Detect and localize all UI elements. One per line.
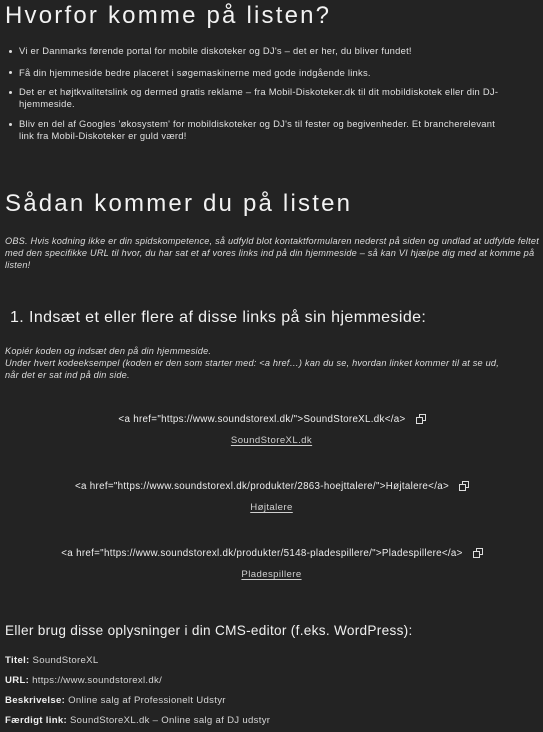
list-item: Vi er Danmarks førende portal for mobile… bbox=[8, 45, 538, 57]
cms-row-description: Beskrivelse: Online salg af Professionel… bbox=[5, 695, 226, 706]
row-value: Online salg af Professionelt Udstyr bbox=[68, 695, 226, 706]
copy-icon[interactable] bbox=[459, 481, 469, 491]
copy-icon[interactable] bbox=[472, 548, 483, 558]
copy-icon[interactable] bbox=[415, 414, 426, 424]
row-label: Titel: bbox=[5, 655, 30, 666]
cms-row-title: Titel: SoundStoreXL bbox=[5, 655, 99, 666]
row-label: URL: bbox=[5, 675, 30, 686]
row-value: SoundStoreXL bbox=[32, 655, 99, 666]
cms-title: Eller brug disse oplysninger i din CMS-e… bbox=[5, 623, 413, 638]
row-label: Færdigt link: bbox=[5, 715, 67, 726]
preview-link[interactable]: Højtalere bbox=[250, 502, 293, 513]
step1-instructions: Kopiér koden og indsæt den på din hjemme… bbox=[5, 345, 540, 382]
link-preview: Højtalere bbox=[0, 502, 543, 513]
code-text: <a href="https://www.soundstorexl.dk/pro… bbox=[74, 481, 449, 492]
code-text: <a href="https://www.soundstorexl.dk/">S… bbox=[118, 414, 406, 425]
benefits-list: Vi er Danmarks førende portal for mobile… bbox=[8, 45, 538, 141]
cms-row-url: URL: https://www.soundstorexl.dk/ bbox=[5, 675, 162, 686]
link-preview: Pladespillere bbox=[0, 569, 543, 580]
code-text: <a href="https://www.soundstorexl.dk/pro… bbox=[61, 548, 463, 559]
preview-link[interactable]: SoundStoreXL.dk bbox=[231, 435, 312, 446]
instruction-line: Under hvert kodeeksempel (koden er den s… bbox=[5, 358, 499, 381]
instruction-line: Kopiér koden og indsæt den på din hjemme… bbox=[5, 346, 212, 356]
list-item: Bliv en del af Googles 'økosystem' for m… bbox=[8, 118, 538, 141]
list-item: Få din hjemmeside bedre placeret i søgem… bbox=[8, 67, 538, 79]
cms-row-final-link: Færdigt link: SoundStoreXL.dk – Online s… bbox=[5, 715, 270, 726]
list-item: Det er et højtkvalitetslink og dermed gr… bbox=[8, 86, 538, 109]
obs-note: OBS. Hvis kodning ikke er din spidskompe… bbox=[5, 236, 539, 271]
section-title-why: Hvorfor komme på listen? bbox=[5, 2, 332, 29]
row-label: Beskrivelse: bbox=[5, 695, 66, 706]
link-code-snippet[interactable]: <a href="https://www.soundstorexl.dk/pro… bbox=[0, 548, 543, 559]
row-value: https://www.soundstorexl.dk/ bbox=[32, 675, 163, 686]
link-code-snippet[interactable]: <a href="https://www.soundstorexl.dk/pro… bbox=[0, 481, 543, 492]
row-value: SoundStoreXL.dk – Online salg af DJ udst… bbox=[69, 715, 271, 726]
link-preview: SoundStoreXL.dk bbox=[0, 435, 543, 446]
section-title-how: Sådan kommer du på listen bbox=[5, 190, 353, 217]
step1-title: 1. Indsæt et eller flere af disse links … bbox=[10, 309, 427, 326]
link-code-snippet[interactable]: <a href="https://www.soundstorexl.dk/">S… bbox=[0, 414, 543, 425]
preview-link[interactable]: Pladespillere bbox=[241, 569, 301, 580]
